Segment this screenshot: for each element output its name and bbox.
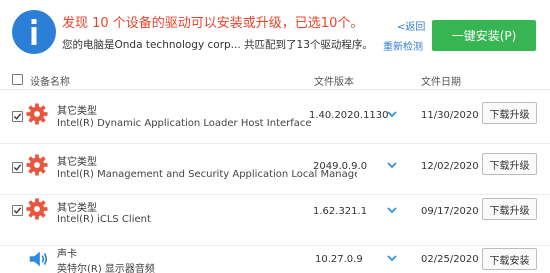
machine-summary-text: 您的电脑是Onda technology corp... 共匹配到了13个驱动程… (62, 39, 373, 51)
column-file-date: 文件日期 (421, 77, 461, 88)
file-date: 11/30/2020 (421, 110, 479, 121)
row-checkbox[interactable] (12, 111, 23, 122)
download-upgrade-button[interactable]: 下载升级 (482, 102, 537, 124)
device-category: 其它类型 (57, 203, 97, 214)
device-name: Intel(R) iCLS Client (57, 214, 151, 225)
column-file-version: 文件版本 (314, 77, 354, 88)
back-link[interactable]: <返回 (397, 18, 425, 33)
device-name: 英特尔(R) 显示器音频 (57, 264, 155, 273)
device-category: 声卡 (57, 249, 77, 260)
device-name: Intel(R) Management and Security Applica… (57, 169, 357, 180)
file-date: 02/25/2020 (421, 254, 479, 265)
gear-icon (26, 198, 48, 220)
device-category: 其它类型 (57, 157, 97, 168)
speaker-icon (29, 251, 48, 267)
driver-row[interactable]: 其它类型 Intel(R) Management and Security Ap… (0, 144, 550, 195)
chevron-down-icon[interactable] (386, 159, 398, 171)
file-version: 10.27.0.9 (315, 254, 363, 265)
row-checkbox[interactable] (12, 162, 23, 173)
file-version: 1.62.321.1 (313, 206, 368, 217)
headline-text: 发现 10 个设备的驱动可以安装或升级，已选10个。 (62, 16, 364, 31)
column-device-name: 设备名称 (30, 77, 70, 88)
column-header: 设备名称 文件版本 文件日期 (0, 70, 550, 90)
rescan-link[interactable]: 重新检测 (383, 38, 423, 53)
file-date: 12/02/2020 (421, 161, 479, 172)
select-all-checkbox[interactable] (12, 74, 23, 85)
chevron-down-icon[interactable] (386, 252, 398, 264)
install-all-button[interactable]: 一键安装(P) (432, 20, 536, 51)
download-upgrade-button[interactable]: 下载升级 (482, 198, 537, 220)
row-checkbox[interactable] (12, 205, 23, 216)
chevron-down-icon[interactable] (386, 204, 398, 216)
summary-header: 发现 10 个设备的驱动可以安装或升级，已选10个。 您的电脑是Onda tec… (0, 0, 550, 66)
download-install-button[interactable]: 下载安装 (482, 248, 537, 270)
file-version: 2049.0.9.0 (313, 161, 368, 172)
driver-row[interactable]: 声卡 英特尔(R) 显示器音频 10.27.0.9 02/25/2020 下载安… (0, 237, 550, 273)
chevron-down-icon[interactable] (386, 108, 398, 120)
file-version: 1.40.2020.1130 (309, 110, 389, 121)
driver-row[interactable]: 其它类型 Intel(R) Dynamic Application Loader… (0, 93, 550, 144)
device-category: 其它类型 (57, 106, 97, 117)
file-date: 09/17/2020 (421, 206, 479, 217)
gear-icon (26, 103, 48, 125)
download-upgrade-button[interactable]: 下载升级 (482, 153, 537, 175)
gear-icon (26, 154, 48, 176)
info-icon (12, 10, 56, 54)
